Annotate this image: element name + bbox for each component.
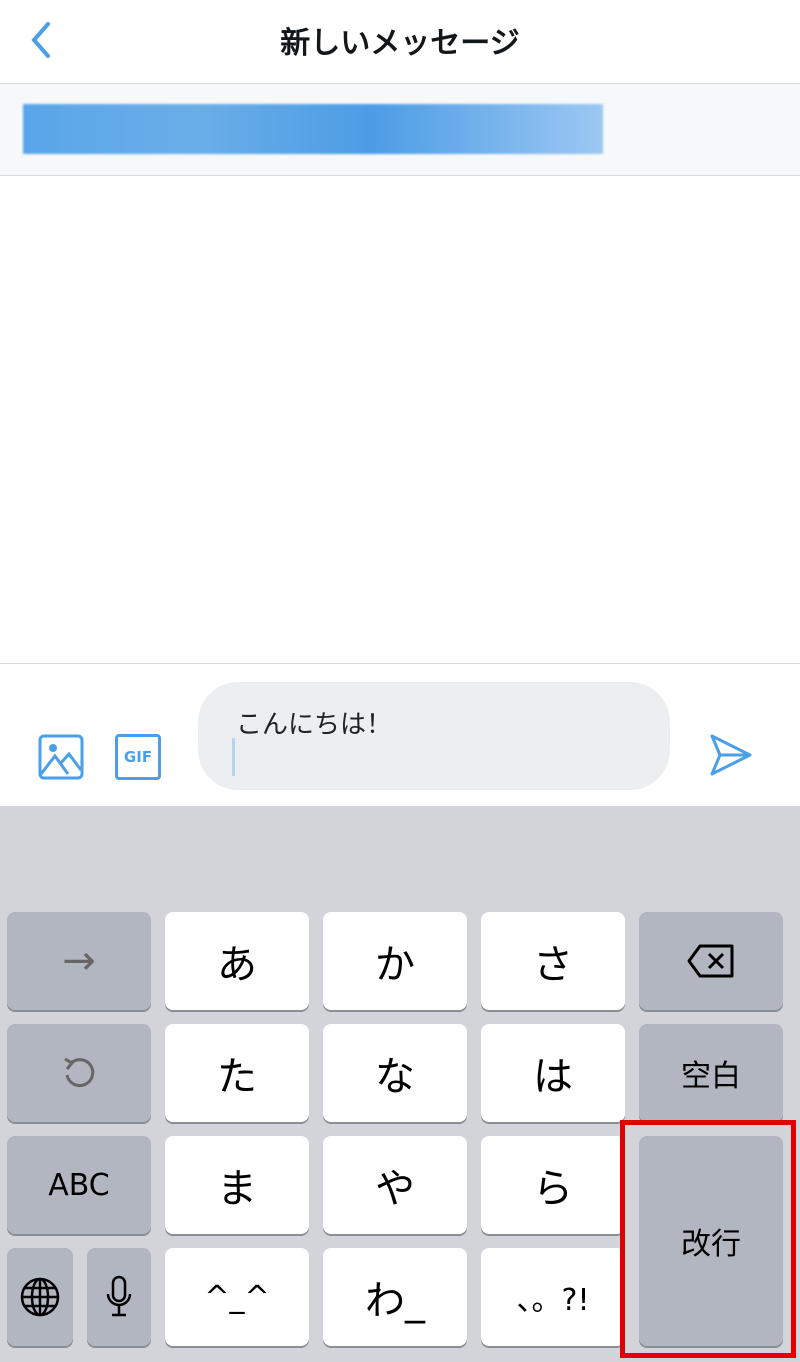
key-punctuation[interactable]: 、。?! [481,1248,625,1346]
globe-icon [20,1277,60,1317]
key-ha[interactable]: は [481,1024,625,1122]
globe-key[interactable] [7,1248,73,1346]
key-a[interactable]: あ [165,912,309,1010]
backspace-icon [687,944,734,978]
key-wa[interactable]: わ_ [323,1248,467,1346]
message-input[interactable]: こんにちは！ [198,682,670,790]
key-ra[interactable]: ら [481,1136,625,1234]
image-icon[interactable] [38,734,84,780]
highlight-box [620,1120,796,1358]
key-arrow[interactable]: → [7,912,151,1010]
abc-key[interactable]: ABC [7,1136,151,1234]
gif-icon[interactable]: GIF [115,734,161,780]
compose-bar: GIF こんにちは！ [0,663,800,806]
key-na[interactable]: な [323,1024,467,1122]
message-text: こんにちは！ [236,710,393,740]
key-ta[interactable]: た [165,1024,309,1122]
key-ya[interactable]: や [323,1136,467,1234]
redacted-recipient [23,104,603,154]
key-sa[interactable]: さ [481,912,625,1010]
microphone-icon [106,1275,132,1317]
text-caret [232,738,235,776]
recipient-field[interactable] [0,84,800,176]
backspace-key[interactable] [639,912,783,1010]
header: 新しいメッセージ [0,0,800,84]
space-key[interactable]: 空白 [639,1024,783,1122]
page-title: 新しいメッセージ [280,26,520,61]
undo-key[interactable] [7,1024,151,1122]
microphone-key[interactable] [87,1248,151,1346]
key-ma[interactable]: ま [165,1136,309,1234]
key-ka[interactable]: か [323,912,467,1010]
key-kaomoji[interactable]: ^_^ [165,1248,309,1346]
send-icon[interactable] [708,732,754,778]
undo-icon [64,1057,95,1088]
